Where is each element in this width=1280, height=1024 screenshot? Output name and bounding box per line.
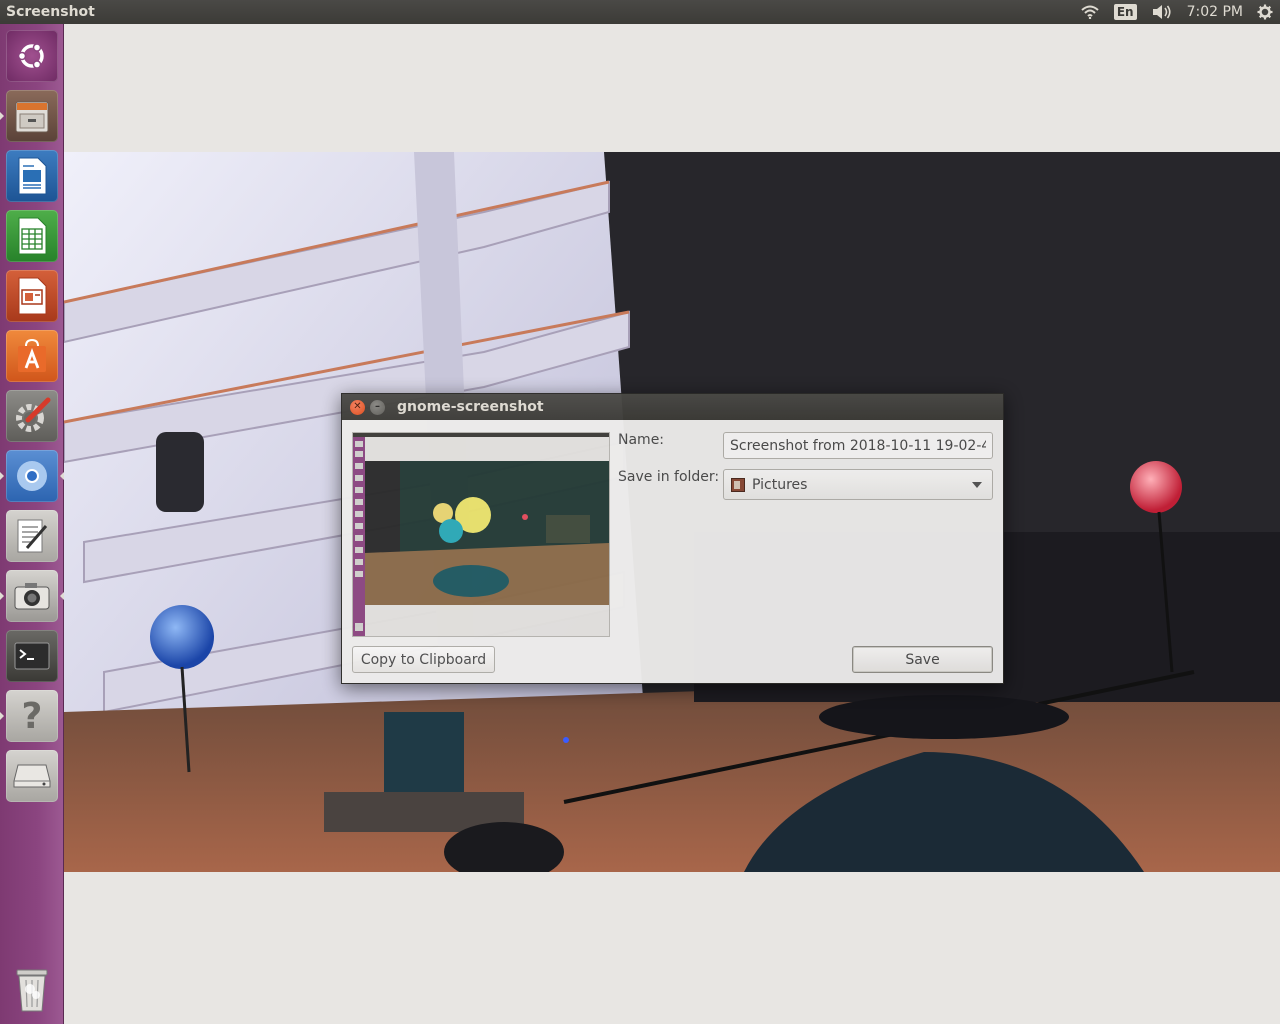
system-settings-launcher[interactable]: [6, 390, 58, 442]
save-in-folder-label: Save in folder:: [618, 469, 720, 485]
screenshot-dialog: ✕ – gnome-screenshot Name: Screenshot fr…: [341, 393, 1004, 684]
keyboard-indicator[interactable]: En: [1107, 0, 1144, 24]
camera-icon: [14, 583, 50, 610]
minimize-icon: –: [375, 401, 380, 412]
indicator-area: En 7:02 PM: [1073, 0, 1280, 24]
clock: 7:02 PM: [1186, 4, 1243, 20]
wifi-icon: [1081, 5, 1099, 19]
clock-indicator[interactable]: 7:02 PM: [1180, 0, 1250, 24]
disk-launcher[interactable]: [6, 750, 58, 802]
calc-launcher[interactable]: [6, 210, 58, 262]
drive-icon: [13, 764, 51, 788]
sound-indicator[interactable]: [1144, 0, 1180, 24]
dialog-titlebar[interactable]: ✕ – gnome-screenshot: [342, 394, 1003, 420]
ubuntu-logo-icon: [17, 43, 44, 69]
trash-launcher[interactable]: [6, 964, 58, 1016]
terminal-launcher[interactable]: [6, 630, 58, 682]
text-editor-launcher[interactable]: [6, 510, 58, 562]
file-cabinet-icon: [15, 101, 49, 133]
save-label: Save: [905, 651, 940, 668]
keyboard-layout-badge: En: [1113, 4, 1137, 20]
copy-to-clipboard-button[interactable]: Copy to Clipboard: [352, 646, 495, 673]
session-indicator[interactable]: [1250, 0, 1280, 24]
dialog-title: gnome-screenshot: [397, 399, 544, 415]
help-launcher[interactable]: ?: [0, 690, 58, 742]
text-editor-icon: [17, 519, 48, 553]
folder-select-value: Pictures: [752, 476, 808, 493]
writer-launcher[interactable]: [6, 150, 58, 202]
shopping-bag-icon: [18, 338, 46, 372]
ubuntu-dash-button[interactable]: [6, 30, 58, 82]
minimize-button[interactable]: –: [370, 399, 385, 415]
launcher: ?: [0, 24, 64, 1024]
top-panel: Screenshot En 7:02 PM: [0, 0, 1280, 24]
preview-image: [353, 433, 609, 636]
gear-icon: [1257, 4, 1273, 20]
pictures-folder-icon: [731, 477, 745, 492]
trash-icon: [16, 969, 48, 1012]
software-center-launcher[interactable]: [6, 330, 58, 382]
chromium-icon: [17, 461, 47, 491]
libreoffice-writer-icon: [18, 157, 47, 195]
libreoffice-impress-icon: [18, 277, 47, 315]
libreoffice-calc-icon: [18, 217, 47, 255]
impress-launcher[interactable]: [6, 270, 58, 322]
close-button[interactable]: ✕: [350, 399, 365, 415]
gear-wrench-icon: [16, 397, 51, 432]
app-title: Screenshot: [6, 4, 95, 20]
chromium-launcher[interactable]: [0, 450, 64, 502]
network-indicator[interactable]: [1073, 0, 1107, 24]
close-icon: ✕: [353, 401, 362, 412]
folder-select[interactable]: Pictures: [723, 469, 993, 500]
files-launcher[interactable]: [0, 90, 58, 142]
filename-input[interactable]: [723, 432, 993, 459]
chevron-down-icon: [972, 482, 982, 488]
screenshot-preview: [352, 432, 610, 637]
speaker-icon: [1152, 5, 1171, 19]
name-label: Name:: [618, 432, 665, 448]
help-icon: ?: [21, 695, 43, 737]
screenshot-launcher[interactable]: [0, 570, 64, 622]
terminal-icon: [14, 642, 50, 670]
copy-to-clipboard-label: Copy to Clipboard: [360, 651, 487, 668]
save-button[interactable]: Save: [852, 646, 993, 673]
